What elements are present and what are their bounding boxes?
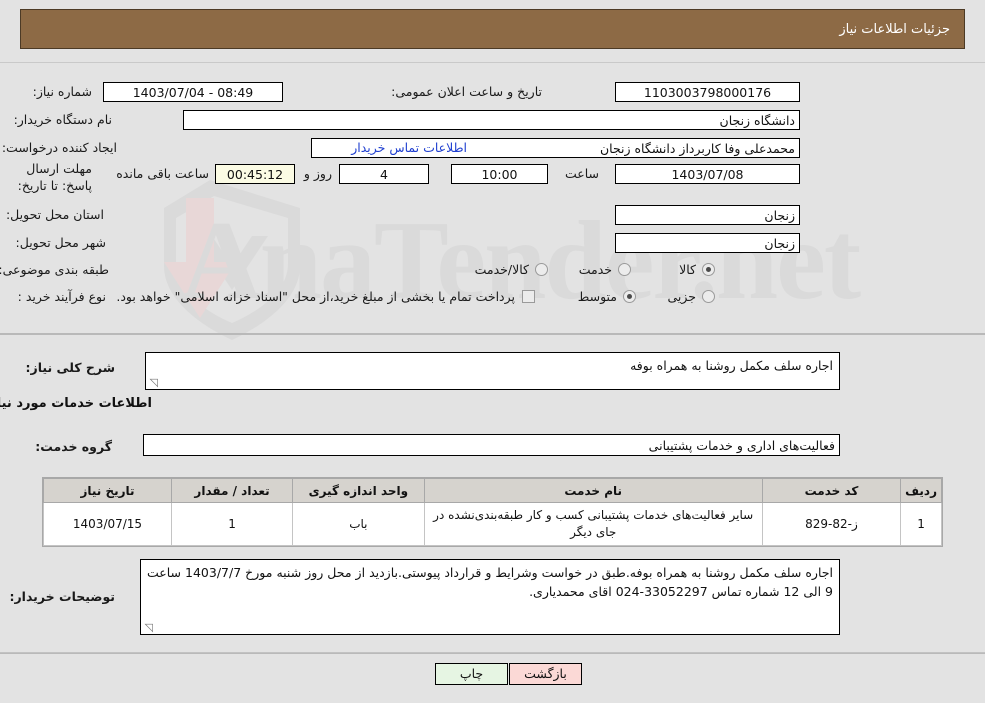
buyer-org-label: نام دستگاه خریدار:	[13, 112, 112, 127]
category-label: طبقه بندی موضوعی:	[0, 262, 109, 277]
process-radio-jozi[interactable]	[702, 290, 715, 303]
province-label: استان محل تحویل:	[5, 207, 104, 222]
cell-row-no: 1	[900, 502, 942, 546]
service-group-label: گروه خدمت:	[35, 439, 112, 454]
general-description-value: اجاره سلف مکمل روشنا به همراه بوفه	[630, 358, 833, 373]
col-quantity: تعداد / مقدار	[170, 478, 294, 503]
col-need-date: تاریخ نیاز	[43, 478, 172, 503]
category-option-kala-khedmat-label: کالا/خدمت	[474, 262, 529, 277]
process-option-jozi-label: جزیی	[667, 289, 696, 304]
announce-datetime-value: 08:49 - 1403/07/04	[103, 82, 283, 102]
treasury-checkbox-label: پرداخت تمام یا بخشی از مبلغ خرید،از محل …	[116, 289, 515, 304]
remaining-time-label: ساعت باقی مانده	[116, 166, 209, 181]
category-option-kala-label: کالا	[679, 262, 696, 277]
buyer-contact-link[interactable]: اطلاعات تماس خریدار	[351, 140, 467, 155]
footer-divider	[0, 652, 985, 653]
cell-service-code: ز-82-829	[761, 502, 902, 546]
deadline-label: مهلت ارسال پاسخ: تا تاریخ:	[17, 161, 92, 193]
buyer-notes-textarea[interactable]: اجاره سلف مکمل روشنا به همراه بوفه.طبق د…	[140, 559, 840, 635]
service-group-value: فعالیت‌های اداری و خدمات پشتیبانی	[143, 434, 840, 456]
deadline-date-value: 1403/07/08	[615, 164, 800, 184]
services-section-title: اطلاعات خدمات مورد نیاز	[0, 396, 152, 411]
creator-label: ایجاد کننده درخواست:	[1, 140, 117, 155]
back-button[interactable]: بازگشت	[509, 663, 582, 685]
table-row: 1 ز-82-829 سایر فعالیت‌های خدمات پشتیبان…	[43, 502, 942, 546]
col-service-code: کد خدمت	[761, 478, 902, 503]
cell-unit: باب	[292, 502, 425, 546]
buyer-notes-value: اجاره سلف مکمل روشنا به همراه بوفه.طبق د…	[147, 565, 833, 599]
col-row-no: ردیف	[900, 478, 942, 503]
col-service-name: نام خدمت	[423, 478, 763, 503]
table-header-row: ردیف کد خدمت نام خدمت واحد اندازه گیری ت…	[43, 478, 942, 503]
city-value: زنجان	[615, 233, 800, 253]
col-unit: واحد اندازه گیری	[292, 478, 425, 503]
need-number-label: شماره نیاز:	[32, 84, 92, 99]
remaining-time-value: 00:45:12	[215, 164, 295, 184]
cell-service-name: سایر فعالیت‌های خدمات پشتیبانی کسب و کار…	[423, 502, 763, 546]
page-root: AnaTender.net جزئیات اطلاعات نیاز شماره …	[0, 0, 985, 703]
page-header: جزئیات اطلاعات نیاز	[20, 9, 965, 49]
resize-grip-icon[interactable]: ◹	[148, 377, 158, 388]
general-description-textarea[interactable]: اجاره سلف مکمل روشنا به همراه بوفه ◹	[145, 352, 840, 390]
process-option-motavasset-label: متوسط	[577, 289, 617, 304]
remaining-days-label: روز و	[303, 166, 332, 181]
process-radio-motavasset[interactable]	[623, 290, 636, 303]
print-button[interactable]: چاپ	[435, 663, 508, 685]
remaining-days-value: 4	[339, 164, 429, 184]
need-number-value: 1103003798000176	[615, 82, 800, 102]
process-label: نوع فرآیند خرید :	[17, 289, 106, 304]
services-table: ردیف کد خدمت نام خدمت واحد اندازه گیری ت…	[43, 478, 942, 546]
buyer-org-value: دانشگاه زنجان	[183, 110, 800, 130]
treasury-checkbox[interactable]	[522, 290, 535, 303]
services-table-wrapper: ردیف کد خدمت نام خدمت واحد اندازه گیری ت…	[42, 477, 943, 547]
category-radio-kala-khedmat[interactable]	[535, 263, 548, 276]
cell-need-date: 1403/07/15	[43, 502, 172, 546]
cell-quantity: 1	[170, 502, 294, 546]
buyer-notes-label: توضیحات خریدار:	[9, 589, 115, 604]
announce-datetime-label: تاریخ و ساعت اعلان عمومی:	[391, 84, 542, 99]
resize-grip-icon[interactable]: ◹	[143, 622, 153, 633]
city-label: شهر محل تحویل:	[15, 235, 106, 250]
page-title: جزئیات اطلاعات نیاز	[839, 21, 950, 37]
province-value: زنجان	[615, 205, 800, 225]
general-description-label: شرح کلی نیاز:	[25, 360, 115, 375]
deadline-hour-value: 10:00	[451, 164, 548, 184]
category-radio-kala[interactable]	[702, 263, 715, 276]
category-radio-khedmat[interactable]	[618, 263, 631, 276]
deadline-hour-label: ساعت	[564, 166, 599, 181]
category-option-khedmat-label: خدمت	[578, 262, 612, 277]
